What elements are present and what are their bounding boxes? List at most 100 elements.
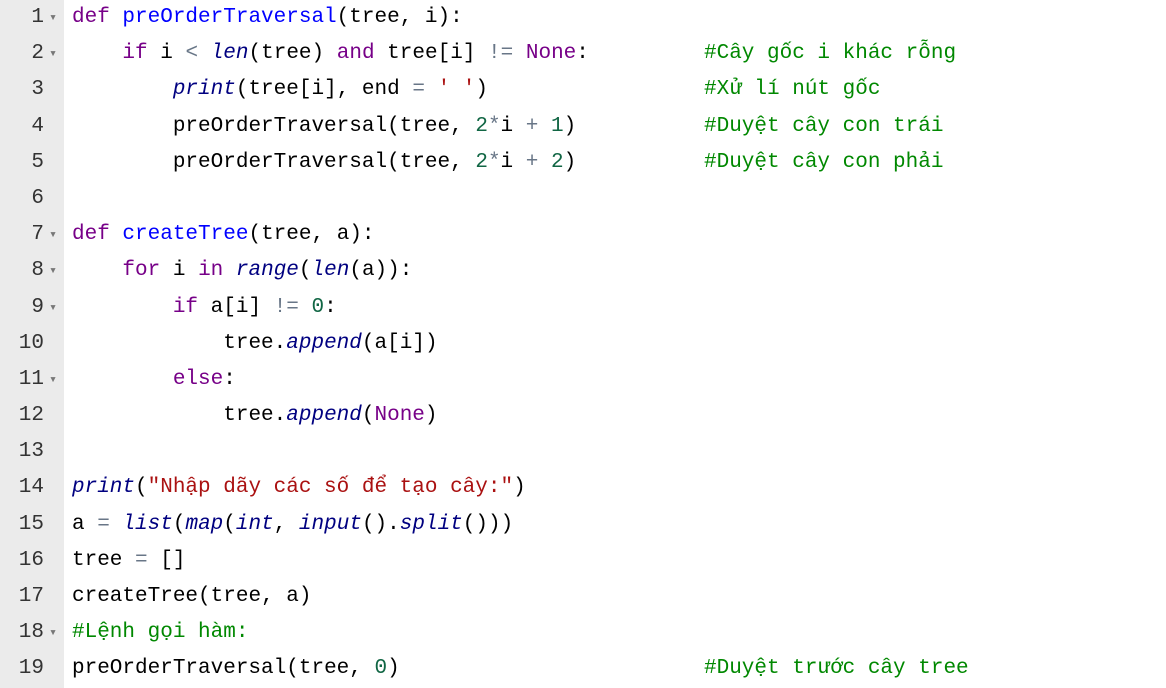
code-line[interactable]: a = list(map(int, input().split())) <box>64 507 1166 543</box>
number: 2 <box>475 115 488 138</box>
builtin-map: map <box>185 513 223 536</box>
function-call: preOrderTraversal <box>72 657 286 680</box>
line-number: 5 <box>31 145 46 181</box>
code-line[interactable]: print("Nhập dãy các số để tạo cây:") <box>64 470 1166 506</box>
gutter-line: 14▾ <box>0 470 64 506</box>
code-line[interactable]: def preOrderTraversal(tree, i): <box>64 0 1166 36</box>
gutter-line: 9▾ <box>0 290 64 326</box>
code-line[interactable]: createTree(tree, a) <box>64 579 1166 615</box>
comment: #Cây gốc i khác rỗng <box>704 36 956 72</box>
code-line[interactable]: tree.append(None) <box>64 398 1166 434</box>
gutter-line: 11▾ <box>0 362 64 398</box>
gutter-line: 19▾ <box>0 651 64 687</box>
line-number: 6 <box>31 181 46 217</box>
line-number: 2 <box>31 36 46 72</box>
fold-arrow-icon[interactable]: ▾ <box>46 0 60 36</box>
code-line[interactable]: for i in range(len(a)): <box>64 253 1166 289</box>
comment: #Duyệt cây con phải <box>704 145 943 181</box>
keyword-and: and <box>337 42 375 65</box>
line-number: 1 <box>31 0 46 36</box>
builtin-range: range <box>236 259 299 282</box>
comment: #Duyệt trước cây tree <box>704 651 969 687</box>
code-line[interactable]: preOrderTraversal(tree, 0)#Duyệt trước c… <box>64 651 1166 687</box>
code-line[interactable]: if i < len(tree) and tree[i] != None:#Câ… <box>64 36 1166 72</box>
paren: ( <box>337 6 350 29</box>
builtin-list: list <box>122 513 172 536</box>
gutter-line: 4▾ <box>0 109 64 145</box>
code-line[interactable]: if a[i] != 0: <box>64 290 1166 326</box>
builtin-print: print <box>72 476 135 499</box>
code-line[interactable]: tree.append(a[i]) <box>64 326 1166 362</box>
line-number: 16 <box>19 543 46 579</box>
builtin-print: print <box>173 78 236 101</box>
op-lt: < <box>185 42 198 65</box>
line-number: 8 <box>31 253 46 289</box>
keyword-if: if <box>122 42 147 65</box>
gutter-line: 13▾ <box>0 434 64 470</box>
var: i <box>450 42 463 65</box>
fold-arrow-icon[interactable]: ▾ <box>46 362 60 398</box>
number: 0 <box>312 296 325 319</box>
param: a <box>337 223 350 246</box>
fold-arrow-icon[interactable]: ▾ <box>46 36 60 72</box>
gutter-line: 15▾ <box>0 507 64 543</box>
line-number: 10 <box>19 326 46 362</box>
code-line[interactable]: print(tree[i], end = ' ')#Xử lí nút gốc <box>64 72 1166 108</box>
code-line[interactable] <box>64 181 1166 217</box>
keyword-for: for <box>122 259 160 282</box>
line-number: 11 <box>19 362 46 398</box>
number: 2 <box>475 151 488 174</box>
line-number: 4 <box>31 109 46 145</box>
code-line[interactable] <box>64 434 1166 470</box>
code-line[interactable]: tree = [] <box>64 543 1166 579</box>
gutter-line: 3▾ <box>0 72 64 108</box>
line-number: 12 <box>19 398 46 434</box>
string-literal: ' ' <box>438 78 476 101</box>
string-literal: "Nhập dãy các số để tạo cây:" <box>148 476 513 499</box>
function-call: preOrderTraversal <box>173 115 387 138</box>
comment: #Duyệt cây con trái <box>704 109 943 145</box>
function-call: createTree <box>72 585 198 608</box>
param: i <box>425 6 438 29</box>
keyword-else: else <box>173 368 223 391</box>
method-append: append <box>286 404 362 427</box>
comment: #Lệnh gọi hàm: <box>72 621 248 644</box>
op-neq: != <box>488 42 513 65</box>
param: tree <box>349 6 399 29</box>
line-number: 15 <box>19 507 46 543</box>
code-line[interactable]: #Lệnh gọi hàm: <box>64 615 1166 651</box>
fold-arrow-icon[interactable]: ▾ <box>46 615 60 651</box>
gutter-line: 6▾ <box>0 181 64 217</box>
code-line[interactable]: def createTree(tree, a): <box>64 217 1166 253</box>
function-call: preOrderTraversal <box>173 151 387 174</box>
gutter-line: 17▾ <box>0 579 64 615</box>
fold-arrow-icon[interactable]: ▾ <box>46 217 60 253</box>
code-line[interactable]: else: <box>64 362 1166 398</box>
line-number: 17 <box>19 579 46 615</box>
line-number: 18 <box>19 615 46 651</box>
number: 0 <box>375 657 388 680</box>
code-line[interactable]: preOrderTraversal(tree, 2*i + 1)#Duyệt c… <box>64 109 1166 145</box>
fold-arrow-icon[interactable]: ▾ <box>46 253 60 289</box>
line-number: 13 <box>19 434 46 470</box>
var: tree <box>261 42 311 65</box>
builtin-int: int <box>236 513 274 536</box>
empty-list: [] <box>160 549 185 572</box>
none-literal: None <box>526 42 576 65</box>
number: 1 <box>551 115 564 138</box>
function-name: preOrderTraversal <box>122 6 336 29</box>
line-number: 3 <box>31 72 46 108</box>
colon: : <box>450 6 463 29</box>
comment: #Xử lí nút gốc <box>704 72 880 108</box>
code-editor[interactable]: def preOrderTraversal(tree, i): if i < l… <box>64 0 1166 688</box>
function-name: createTree <box>122 223 248 246</box>
var: i <box>160 42 173 65</box>
param: tree <box>261 223 311 246</box>
code-line[interactable]: preOrderTraversal(tree, 2*i + 2)#Duyệt c… <box>64 145 1166 181</box>
gutter-line: 1▾ <box>0 0 64 36</box>
method-append: append <box>286 332 362 355</box>
gutter-line: 5▾ <box>0 145 64 181</box>
builtin-input: input <box>299 513 362 536</box>
fold-arrow-icon[interactable]: ▾ <box>46 290 60 326</box>
kwarg-end: end <box>362 78 400 101</box>
